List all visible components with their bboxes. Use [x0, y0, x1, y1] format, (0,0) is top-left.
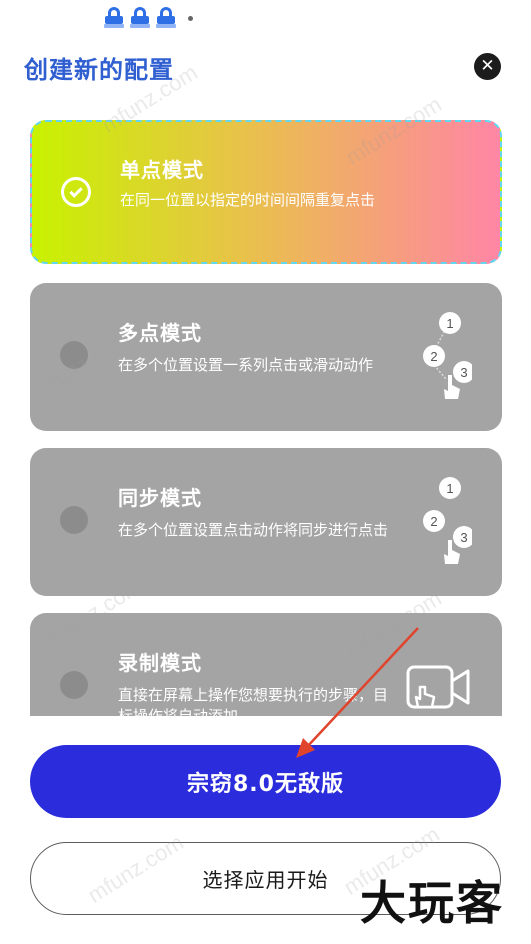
mode-description: 在多个位置设置一系列点击或滑动动作 — [118, 356, 374, 374]
sync-point-icon: 1 2 3 — [423, 477, 472, 564]
app-notification-icon — [104, 7, 124, 29]
mode-title: 单点模式 — [120, 158, 204, 182]
app-notification-icon — [130, 7, 150, 29]
close-icon: ✕ — [480, 56, 495, 76]
step-label: 1 — [446, 316, 453, 331]
step-label: 1 — [446, 481, 453, 496]
status-bar — [104, 6, 193, 30]
step-label: 2 — [430, 349, 437, 364]
record-icon — [406, 665, 470, 709]
app-notification-icon — [156, 7, 176, 29]
more-notifications-dot-icon — [188, 15, 193, 21]
watermark-logo: 大玩客 — [360, 876, 504, 930]
radio-unselected[interactable] — [60, 506, 88, 534]
mode-card-record[interactable]: 录制模式 直接在屏幕上操作您想要执行的步骤，目标操作将自动添加 — [30, 613, 502, 716]
multi-point-icon: 1 2 3 — [423, 312, 472, 399]
mode-card-sync[interactable]: 同步模式 在多个位置设置点击动作将同步进行点击 1 2 3 — [30, 448, 502, 596]
step-label: 3 — [460, 365, 467, 380]
mode-title: 同步模式 — [118, 486, 202, 510]
mode-description: 直接在屏幕上操作您想要执行的步骤，目标操作将自动添加 — [118, 686, 389, 716]
step-label: 3 — [460, 530, 467, 545]
mode-description: 在同一位置以指定的时间间隔重复点击 — [120, 191, 376, 209]
radio-unselected[interactable] — [60, 671, 88, 699]
close-button[interactable]: ✕ — [474, 53, 501, 80]
config-screen: 创建新的配置 ✕ 单点模式 在同一位置以指定的时间间隔重复点击 多点模式 在多个… — [0, 0, 531, 944]
step-label: 2 — [430, 514, 437, 529]
radio-selected-check-icon[interactable] — [61, 177, 91, 207]
mode-title: 录制模式 — [118, 651, 202, 675]
mode-description: 在多个位置设置点击动作将同步进行点击 — [118, 521, 389, 539]
mode-card-single-point[interactable]: 单点模式 在同一位置以指定的时间间隔重复点击 — [30, 120, 502, 264]
start-primary-button[interactable]: 宗窃8.0无敌版 — [30, 745, 501, 818]
page-title: 创建新的配置 — [24, 56, 174, 84]
